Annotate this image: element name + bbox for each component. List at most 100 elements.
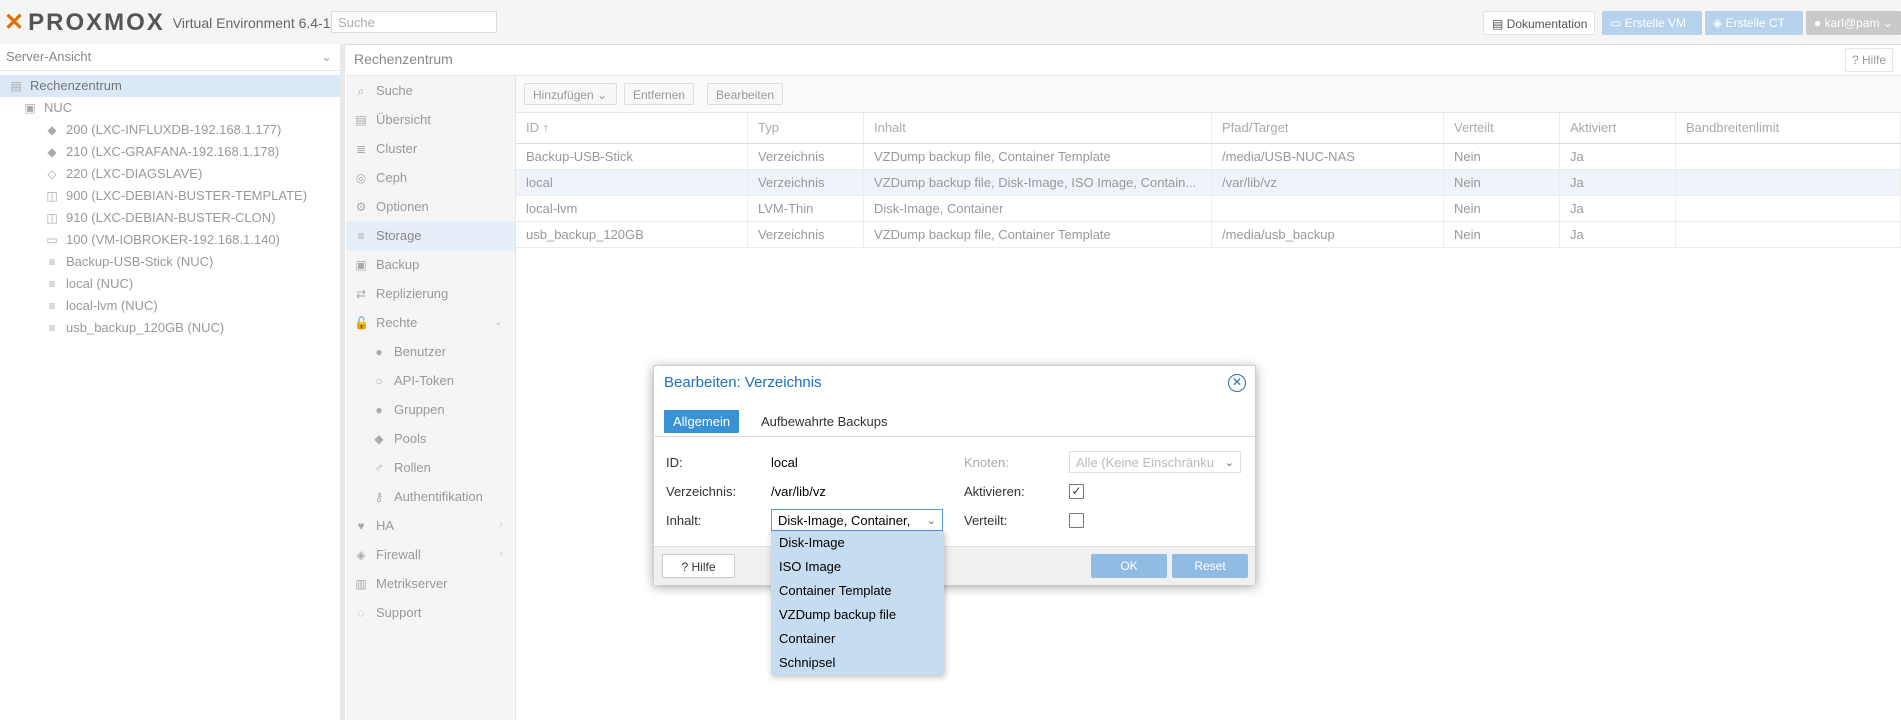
nav-item[interactable]: ⚙ Optionen — [346, 192, 515, 221]
tree-node[interactable]: ≡ local (NUC) — [0, 273, 340, 295]
storage-icon: ≡ — [48, 321, 56, 335]
dialog-title: Bearbeiten: Verzeichnis — [664, 374, 822, 391]
dropdown-option[interactable]: Schnipsel — [771, 651, 944, 675]
edit-button[interactable]: Bearbeiten — [707, 83, 784, 105]
dropdown-option[interactable]: VZDump backup file — [771, 603, 944, 627]
nav-item[interactable]: ♥ HA › — [346, 511, 515, 540]
table-row[interactable]: usb_backup_120GB Verzeichnis VZDump backup… — [516, 222, 1901, 248]
enable-checkbox[interactable]: ✓ — [1069, 484, 1084, 499]
column-id[interactable]: ID ↑ — [516, 113, 748, 143]
directory-label: Verzeichnis: — [666, 484, 737, 499]
shared-checkbox[interactable] — [1069, 513, 1084, 528]
nav-item[interactable]: 🔓 Rechte ⌄ — [346, 308, 515, 337]
nav-item[interactable]: ● Gruppen — [346, 395, 515, 424]
content-label: Inhalt: — [666, 513, 702, 528]
nav-item-label: Support — [376, 605, 422, 620]
node-select[interactable]: Alle (Keine Einschränku ⌄ — [1069, 451, 1241, 473]
user-menu-button[interactable]: ● karl@pam ⌄ — [1806, 11, 1901, 35]
table-cell: usb_backup_120GB — [516, 222, 748, 247]
splitter[interactable] — [340, 44, 345, 720]
table-cell — [1676, 170, 1901, 195]
server-icon: ≣ — [355, 142, 367, 156]
search-input[interactable] — [331, 11, 497, 33]
desktop-icon: ▭ — [1610, 16, 1625, 30]
nav-item[interactable]: ○ API-Token — [346, 366, 515, 395]
table-cell: LVM-Thin — [748, 196, 864, 221]
tree-node[interactable]: ◆ 200 (LXC-INFLUXDB-192.168.1.177) — [0, 119, 340, 141]
table-row[interactable]: Backup-USB-Stick Verzeichnis VZDump backup… — [516, 144, 1901, 170]
view-selector[interactable]: Server-Ansicht ⌄ — [0, 44, 340, 71]
help-button[interactable]: ? Hilfe — [1844, 48, 1893, 72]
column-enabled[interactable]: Aktiviert — [1560, 113, 1676, 143]
create-ct-label: Erstelle CT — [1725, 16, 1785, 30]
nav-item[interactable]: ≡ Storage — [346, 221, 515, 250]
tree-node[interactable]: ◫ 910 (LXC-DEBIAN-BUSTER-CLON) — [0, 207, 340, 229]
nav-item[interactable]: ● Benutzer — [346, 337, 515, 366]
id-label: ID: — [666, 455, 683, 470]
tree-node[interactable]: ▭ 100 (VM-IOBROKER-192.168.1.140) — [0, 229, 340, 251]
dropdown-option[interactable]: Container — [771, 627, 944, 651]
version-text: Virtual Environment 6.4-13 — [172, 14, 339, 31]
user-label: karl@pam — [1824, 16, 1880, 30]
chevron-right-icon[interactable]: › — [499, 511, 503, 540]
ok-button[interactable]: OK — [1091, 554, 1167, 578]
tree-node-label: 900 (LXC-DEBIAN-BUSTER-TEMPLATE) — [66, 188, 308, 203]
tree-node[interactable]: ▣ NUC — [0, 97, 340, 119]
tree-node[interactable]: ≡ local-lvm (NUC) — [0, 295, 340, 317]
remove-button[interactable]: Entfernen — [624, 83, 695, 105]
table-cell: Ja — [1560, 196, 1676, 221]
dialog-help-label: Hilfe — [691, 560, 716, 574]
nav-item[interactable]: ♂ Rollen — [346, 453, 515, 482]
create-ct-button[interactable]: ◈ Erstelle CT — [1705, 11, 1803, 35]
nav-item-label: Backup — [376, 257, 420, 272]
column-path[interactable]: Pfad/Target — [1212, 113, 1444, 143]
tree-node[interactable]: ◫ 900 (LXC-DEBIAN-BUSTER-TEMPLATE) — [0, 185, 340, 207]
table-row[interactable]: local Verzeichnis VZDump backup file, Disk… — [516, 170, 1901, 196]
vm-icon: ▭ — [46, 233, 58, 247]
tree-node[interactable]: ≡ usb_backup_120GB (NUC) — [0, 317, 340, 339]
nav-item[interactable]: ⌕ Suche — [346, 76, 515, 105]
nav-item[interactable]: ⇄ Replizierung — [346, 279, 515, 308]
nav-item[interactable]: ≣ Cluster — [346, 134, 515, 163]
nav-item[interactable]: ◆ Pools — [346, 424, 515, 453]
dropdown-option[interactable]: Container Template — [771, 579, 944, 603]
nav-item[interactable]: ▣ Backup — [346, 250, 515, 279]
nav-item[interactable]: ⚷ Authentifikation — [346, 482, 515, 511]
reset-button[interactable]: Reset — [1172, 554, 1248, 578]
tree-node-label: Backup-USB-Stick (NUC) — [66, 254, 214, 269]
column-shared[interactable]: Verteilt — [1444, 113, 1560, 143]
dropdown-option[interactable]: ISO Image — [771, 555, 944, 579]
tree-node[interactable]: ▤ Rechenzentrum — [0, 75, 340, 97]
chevron-down-icon: ⌄ — [924, 510, 936, 530]
close-icon[interactable]: ✕ — [1228, 374, 1246, 392]
tab-general[interactable]: Allgemein — [664, 410, 740, 433]
create-vm-button[interactable]: ▭ Erstelle VM — [1602, 11, 1702, 35]
nav-item-label: Optionen — [376, 199, 429, 214]
tab-retained-backups[interactable]: Aufbewahrte Backups — [752, 410, 896, 433]
nav-item-label: Metrikserver — [376, 576, 448, 591]
nav-item[interactable]: ▥ Metrikserver — [346, 569, 515, 598]
container-icon: ◆ — [47, 145, 57, 159]
users-icon: ● — [375, 403, 383, 417]
dialog-help-button[interactable]: ? Hilfe — [662, 554, 735, 578]
nav-item-label: Pools — [394, 431, 427, 446]
column-type[interactable]: Typ — [748, 113, 864, 143]
documentation-button[interactable]: ▤ Dokumentation — [1483, 11, 1595, 35]
content-select[interactable]: Disk-Image, Container, ⌄ — [771, 509, 943, 531]
nav-item[interactable]: ▤ Übersicht — [346, 105, 515, 134]
column-content[interactable]: Inhalt — [864, 113, 1212, 143]
nav-item[interactable]: ◌ Support — [346, 598, 515, 627]
add-button[interactable]: Hinzufügen ⌄ — [524, 83, 617, 105]
tree-node[interactable]: ≡ Backup-USB-Stick (NUC) — [0, 251, 340, 273]
tree-node[interactable]: ◇ 220 (LXC-DIAGSLAVE) — [0, 163, 340, 185]
nav-item[interactable]: ◎ Ceph — [346, 163, 515, 192]
node-icon: ▣ — [24, 101, 36, 115]
tree-node[interactable]: ◆ 210 (LXC-GRAFANA-192.168.1.178) — [0, 141, 340, 163]
nav-item[interactable]: ◈ Firewall › — [346, 540, 515, 569]
dialog-footer: ? Hilfe OK Reset — [654, 546, 1255, 585]
chevron-right-icon[interactable]: › — [499, 540, 503, 569]
chevron-down-icon[interactable]: ⌄ — [494, 308, 503, 337]
column-bandwidth[interactable]: Bandbreitenlimit — [1676, 113, 1901, 143]
dropdown-option[interactable]: Disk-Image — [771, 531, 944, 555]
table-row[interactable]: local-lvm LVM-Thin Disk-Image, Container Ne… — [516, 196, 1901, 222]
